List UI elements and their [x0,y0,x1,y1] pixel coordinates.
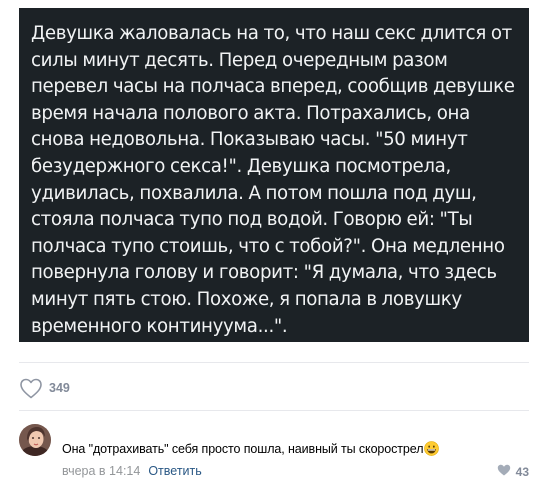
divider [19,410,529,411]
comment-text: Она "дотрахивать" себя просто пошла, наи… [62,441,440,459]
grinning-face-icon [424,441,440,459]
post-text-image[interactable]: Девушка жаловалась на то, что наш секс д… [19,8,529,342]
user-avatar[interactable] [19,424,51,456]
like-button[interactable]: 349 [19,375,70,401]
post-story-text: Девушка жаловалась на то, что наш секс д… [31,23,515,337]
divider [19,362,529,363]
comment-like-count: 43 [515,464,529,479]
comment-meta: вчера в 14:14 Ответить [62,464,202,478]
comment-like-button[interactable]: 43 [497,464,529,479]
comment: Она "дотрахивать" себя просто пошла, наи… [19,424,529,480]
comment-timestamp[interactable]: вчера в 14:14 [62,464,140,478]
like-count: 349 [49,381,70,395]
comment-text-body: Она "дотрахивать" себя просто пошла, наи… [62,442,424,456]
reply-link[interactable]: Ответить [148,464,201,478]
heart-filled-icon [497,464,516,479]
heart-outline-icon [19,377,43,399]
